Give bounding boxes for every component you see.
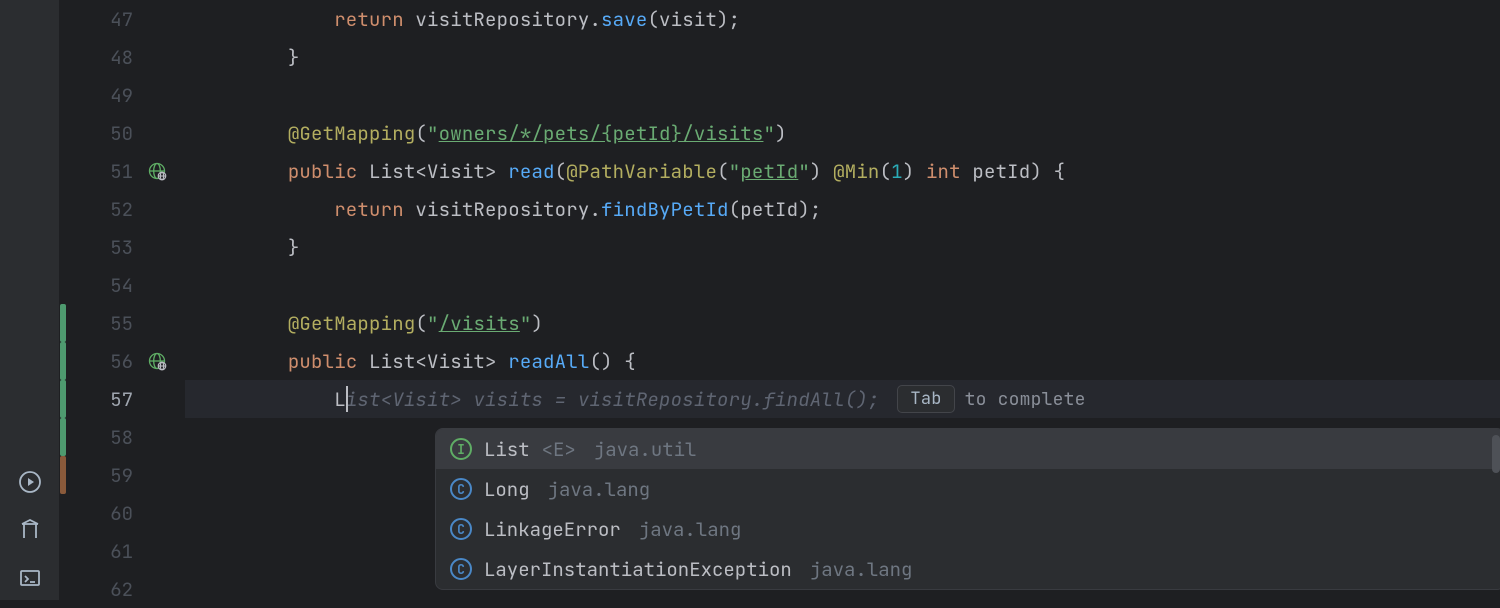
web-endpoint-icon[interactable] — [147, 161, 167, 181]
code-line-50[interactable]: @GetMapping("owners/*/pets/{petId}/visit… — [185, 114, 1500, 152]
completion-name: LinkageError — [484, 517, 621, 542]
line-number: 60 — [110, 501, 133, 526]
line-number: 51 — [110, 159, 133, 184]
completion-package: java.lang — [810, 557, 913, 582]
code-line-52[interactable]: return visitRepository.findByPetId(petId… — [185, 190, 1500, 228]
code-line-51[interactable]: public List<Visit> read(@PathVariable("p… — [185, 152, 1500, 190]
tab-key-badge: Tab — [897, 385, 954, 413]
completion-name: Long — [484, 477, 530, 502]
completion-scrollbar[interactable] — [1492, 435, 1500, 473]
text-caret — [346, 386, 348, 412]
line-number: 47 — [110, 7, 133, 32]
completion-item-list[interactable]: I List <E> java.util — [436, 429, 1500, 469]
completion-kind-icon: C — [450, 518, 472, 540]
vcs-marker-added[interactable] — [60, 380, 66, 418]
code-line-48[interactable]: } — [185, 38, 1500, 76]
line-number: 57 — [110, 387, 133, 412]
gutter-line-61[interactable]: 61 — [60, 532, 185, 570]
code-line-54[interactable] — [185, 266, 1500, 304]
gutter-line-54[interactable]: 54 — [60, 266, 185, 304]
code-line-47[interactable]: return visitRepository.save(visit); — [185, 0, 1500, 38]
completion-name: List — [484, 437, 530, 462]
code-line-49[interactable] — [185, 76, 1500, 114]
line-number: 53 — [110, 235, 133, 260]
gutter-line-53[interactable]: 53 — [60, 228, 185, 266]
gutter-line-48[interactable]: 48 — [60, 38, 185, 76]
completion-kind-icon: I — [450, 438, 472, 460]
code-line-55[interactable]: @GetMapping("/visits") — [185, 304, 1500, 342]
completion-item-long[interactable]: C Long java.lang — [436, 469, 1500, 509]
code-line-57[interactable]: List<Visit> visits = visitRepository.fin… — [185, 380, 1500, 418]
gutter-line-50[interactable]: 50 — [60, 114, 185, 152]
gutter-line-55[interactable]: 55 — [60, 304, 185, 342]
run-icon[interactable] — [18, 470, 42, 494]
line-number: 52 — [110, 197, 133, 222]
editor-gutter: 47 48 49 50 51 52 53 54 55 56 57 58 59 60 61 62 — [60, 0, 185, 600]
completion-generic: <E> — [542, 437, 576, 462]
line-number: 49 — [110, 83, 133, 108]
code-line-53[interactable]: } — [185, 228, 1500, 266]
line-number: 59 — [110, 463, 133, 488]
line-number: 58 — [110, 425, 133, 450]
build-icon[interactable] — [18, 518, 42, 542]
inline-hint: Tabto complete — [897, 385, 1085, 413]
line-number: 48 — [110, 45, 133, 70]
vcs-marker-added[interactable] — [60, 342, 66, 380]
gutter-line-59[interactable]: 59 — [60, 456, 185, 494]
completion-popup[interactable]: I List <E> java.util C Long java.lang C LinkageE… — [435, 428, 1500, 590]
code-line-56[interactable]: public List<Visit> readAll() { — [185, 342, 1500, 380]
vcs-marker-added[interactable] — [60, 304, 66, 342]
line-number: 50 — [110, 121, 133, 146]
gutter-line-47[interactable]: 47 — [60, 0, 185, 38]
vcs-marker-added[interactable] — [60, 418, 66, 456]
editor-code-area[interactable]: return visitRepository.save(visit); } @G… — [185, 0, 1500, 600]
line-number: 61 — [110, 539, 133, 564]
line-number: 55 — [110, 311, 133, 336]
completion-item-layerinstantiationexception[interactable]: C LayerInstantiationException java.lang — [436, 549, 1500, 589]
completion-kind-icon: C — [450, 478, 472, 500]
gutter-line-58[interactable]: 58 — [60, 418, 185, 456]
gutter-line-60[interactable]: 60 — [60, 494, 185, 532]
web-endpoint-icon[interactable] — [147, 351, 167, 371]
completion-package: java.util — [594, 437, 697, 462]
completion-package: java.lang — [639, 517, 742, 542]
gutter-line-49[interactable]: 49 — [60, 76, 185, 114]
gutter-line-56[interactable]: 56 — [60, 342, 185, 380]
tool-sidebar — [0, 0, 60, 600]
gutter-line-52[interactable]: 52 — [60, 190, 185, 228]
completion-kind-icon: C — [450, 558, 472, 580]
completion-package: java.lang — [548, 477, 651, 502]
line-number: 54 — [110, 273, 133, 298]
inline-suggestion: ist<Visit> visits = visitRepository.find… — [346, 387, 880, 412]
gutter-line-57[interactable]: 57 — [60, 380, 185, 418]
completion-name: LayerInstantiationException — [484, 557, 792, 582]
line-number: 62 — [110, 577, 133, 602]
vcs-marker-modified[interactable] — [60, 456, 66, 494]
gutter-line-62[interactable]: 62 — [60, 570, 185, 608]
completion-item-linkageerror[interactable]: C LinkageError java.lang — [436, 509, 1500, 549]
terminal-icon[interactable] — [18, 566, 42, 590]
gutter-line-51[interactable]: 51 — [60, 152, 185, 190]
line-number: 56 — [110, 349, 133, 374]
